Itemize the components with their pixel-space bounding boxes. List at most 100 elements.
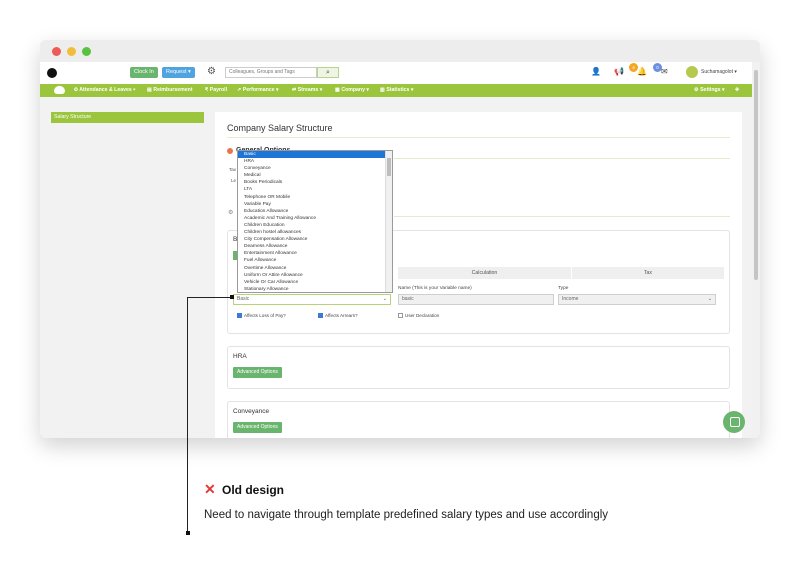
- megaphone-icon[interactable]: 📢: [614, 67, 624, 77]
- annotation-connector-vertical: [187, 297, 188, 532]
- nav-statistics-label: Statistics ▾: [386, 87, 414, 93]
- type-select-value: Income: [562, 296, 579, 302]
- nav-settings[interactable]: ⚙ Settings ▾: [694, 84, 725, 97]
- dropdown-option[interactable]: Uniform Or Attire Allowance: [238, 272, 386, 279]
- window-scrollbar[interactable]: [752, 62, 760, 438]
- dropdown-option[interactable]: Academic And Training Allowance: [238, 215, 386, 222]
- affects-arrears-checkbox[interactable]: [318, 313, 323, 318]
- clock-in-button[interactable]: Clock In: [130, 67, 158, 78]
- nav-attendance[interactable]: ⏲ Attendance & Leaves ▾: [74, 84, 135, 97]
- bell-icon[interactable]: 🔔: [637, 67, 647, 77]
- salary-type-dropdown[interactable]: Basic HRA Conveyance Medical Books Periodica…: [237, 150, 393, 293]
- gear-icon: [227, 148, 233, 154]
- annotation-title: Old design: [222, 483, 285, 497]
- panel-title-conveyance: Conveyance: [233, 408, 270, 415]
- nav-company[interactable]: ▦ Company ▾: [335, 84, 369, 97]
- type-select[interactable]: Income ⌄: [558, 294, 716, 305]
- close-window-button[interactable]: [52, 47, 61, 56]
- nav-company-label: Company ▾: [341, 87, 370, 93]
- add-user-icon[interactable]: 👤: [591, 67, 601, 77]
- user-menu[interactable]: Suchamagolot ▾: [701, 69, 737, 75]
- dropdown-option[interactable]: Conveyance: [238, 165, 386, 172]
- dropdown-option[interactable]: Stationary Allowance: [238, 286, 386, 292]
- page-title: Company Salary Structure: [227, 123, 333, 133]
- affects-loss-of-pay-checkbox[interactable]: [237, 313, 242, 318]
- flag-icon[interactable]: ✚: [735, 84, 739, 97]
- cloud-icon[interactable]: [54, 86, 65, 94]
- chevron-down-icon: ⌄: [382, 296, 387, 302]
- section-divider: [394, 158, 730, 159]
- conveyance-advanced-options-button[interactable]: Advanced Options: [233, 422, 282, 433]
- browser-window: Clock In Request ▾ ⚙ Colleagues, Groups …: [40, 40, 760, 438]
- mail-badge: 0: [653, 63, 662, 72]
- conveyance-component-panel: Conveyance Advanced Options: [227, 401, 730, 438]
- dropdown-option[interactable]: Basic: [238, 151, 386, 159]
- dropdown-option[interactable]: Entertainment Allowance: [238, 250, 386, 257]
- nav-payroll[interactable]: ₹ Payroll: [205, 84, 227, 97]
- nav-performance[interactable]: ↗ Performance ▾: [237, 84, 279, 97]
- app-header: Clock In Request ▾ ⚙ Colleagues, Groups …: [40, 62, 752, 84]
- dropdown-list: Basic HRA Conveyance Medical Books Periodica…: [238, 151, 386, 292]
- hra-advanced-options-button[interactable]: Advanced Options: [233, 367, 282, 378]
- chevron-down-icon: ⌄: [707, 296, 712, 302]
- affects-loss-of-pay-label: Affects Loss of Pay?: [244, 313, 286, 318]
- nav-reimbursement-label: Reimbursement: [153, 87, 193, 93]
- nav-reimbursement[interactable]: ▤ Reimbursement: [147, 84, 193, 97]
- maximize-window-button[interactable]: [82, 47, 91, 56]
- nav-streams-label: Streams ▾: [297, 87, 323, 93]
- affects-arrears-label: Affects Arrears?: [325, 313, 358, 318]
- annotation-description: Need to navigate through template predef…: [204, 509, 609, 521]
- dropdown-option[interactable]: Medical: [238, 172, 386, 179]
- nav-streams[interactable]: ⇄ Streams ▾: [292, 84, 322, 97]
- annotation-anchor: [230, 295, 234, 299]
- dropdown-option[interactable]: Education Allowance: [238, 208, 386, 215]
- window-titlebar: [40, 40, 760, 62]
- nav-settings-label: Settings ▾: [700, 87, 725, 93]
- sidebar-item-salary-structure[interactable]: Salary Structure: [51, 112, 204, 123]
- user-declaration-label: User Declaration: [405, 313, 440, 318]
- column-header-calculation: Calculation: [398, 267, 571, 279]
- dropdown-option[interactable]: LTA: [238, 186, 386, 193]
- mail-icon[interactable]: ✉: [661, 67, 668, 77]
- search-input[interactable]: Colleagues, Groups and Tags: [225, 67, 317, 78]
- salary-type-select-value: Basic: [237, 296, 250, 302]
- dropdown-option[interactable]: Children Education: [238, 222, 386, 229]
- dropdown-option[interactable]: HRA: [238, 158, 386, 165]
- app-logo[interactable]: [47, 68, 57, 78]
- dropdown-option[interactable]: Overtime Allowance: [238, 265, 386, 272]
- annotation-end: [186, 531, 190, 535]
- variable-name-field[interactable]: basic: [398, 294, 554, 305]
- minimize-window-button[interactable]: [67, 47, 76, 56]
- dropdown-option[interactable]: Variable Pay: [238, 201, 386, 208]
- dropdown-option[interactable]: City Compensation Allowance: [238, 236, 386, 243]
- section-divider-2: [394, 216, 730, 217]
- avatar[interactable]: [686, 66, 698, 78]
- settings-icon: ⚙: [228, 210, 234, 216]
- user-declaration-checkbox[interactable]: [398, 313, 403, 318]
- window-scrollbar-thumb[interactable]: [754, 70, 758, 280]
- nav-payroll-label: Payroll: [209, 87, 228, 93]
- title-divider: [227, 137, 730, 138]
- general-label-tax: Tax: [229, 167, 237, 172]
- nav-performance-label: Performance ▾: [242, 87, 279, 93]
- chat-icon[interactable]: [723, 411, 745, 433]
- general-label-le: Le: [231, 178, 237, 183]
- salary-type-select[interactable]: Basic ⌄: [233, 294, 391, 305]
- dropdown-option[interactable]: Children hostel allowances: [238, 229, 386, 236]
- dropdown-scrollbar-thumb[interactable]: [387, 158, 391, 176]
- notification-badge: 4: [629, 63, 638, 72]
- gear-icon[interactable]: ⚙: [207, 66, 216, 78]
- dropdown-option[interactable]: Fuel Allowance: [238, 257, 386, 264]
- dropdown-option[interactable]: Books Periodicals: [238, 179, 386, 186]
- type-field-label: Type: [558, 286, 569, 291]
- search-icon[interactable]: ⌕: [317, 67, 339, 78]
- dropdown-scrollbar[interactable]: [385, 151, 392, 292]
- dropdown-option[interactable]: Telephone OR Mobile: [238, 194, 386, 201]
- column-header-tax: Tax: [572, 267, 724, 279]
- nav-statistics[interactable]: ▥ Statistics ▾: [380, 84, 413, 97]
- request-button[interactable]: Request ▾: [162, 67, 195, 78]
- dropdown-option[interactable]: Dearness Allowance: [238, 243, 386, 250]
- close-icon: ✕: [204, 481, 216, 497]
- hra-component-panel: HRA Advanced Options: [227, 346, 730, 389]
- dropdown-option[interactable]: Vehicle Or Car Allowance: [238, 279, 386, 286]
